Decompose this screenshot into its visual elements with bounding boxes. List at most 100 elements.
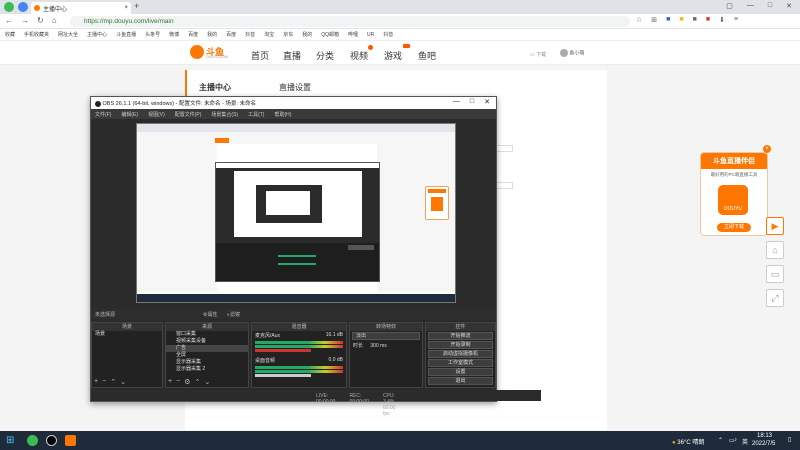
bookmark-item[interactable]: 头条号 [145,31,160,38]
minimize-icon[interactable]: — [747,2,754,10]
source-item[interactable]: 显示器采集 2 [166,366,248,373]
promo-download-button[interactable]: 立即下载 [717,223,751,232]
ime-indicator[interactable]: 英 [742,437,748,446]
menu-view[interactable]: 视图(V) [148,111,165,118]
bookmark-item[interactable]: 我的 [302,31,312,38]
bookmark-item[interactable]: 主播中心 [87,31,107,38]
menu-profile[interactable]: 配置文件(P) [175,111,202,118]
add-icon[interactable]: + [168,378,172,386]
bookmark-item[interactable]: 百度 [188,31,198,38]
maximize-icon[interactable]: □ [768,2,772,10]
user-menu[interactable]: 鱼小萌 [560,49,584,57]
menu-scene-collection[interactable]: 场景集合(S) [211,111,238,118]
clock-date[interactable]: 2022/7/5 [752,441,775,447]
menu-edit[interactable]: 编辑(E) [121,111,138,118]
clock-time[interactable]: 18:13 [757,433,772,439]
downloads-icon[interactable]: ⬇ [719,16,725,24]
nav-live[interactable]: 直播 [283,49,301,62]
minimize-icon[interactable]: — [453,98,460,106]
bookmark-item[interactable]: 微博 [169,31,179,38]
nav-category[interactable]: 分类 [316,49,334,62]
menu-tools[interactable]: 工具(T) [248,111,264,118]
close-window-icon[interactable]: ✕ [786,2,792,10]
bookmark-item[interactable]: QQ邮箱 [321,31,339,38]
tab-close-icon[interactable]: × [124,5,128,11]
new-tab-button[interactable]: + [134,1,139,11]
bookmark-item[interactable]: 京东 [283,31,293,38]
notification-icon[interactable]: ▯ [788,436,791,443]
up-icon[interactable]: ⌃ [110,378,116,386]
down-icon[interactable]: ⌄ [204,378,210,386]
douyu-logo[interactable]: 斗鱼 DOUYU.COM [190,45,234,61]
virtual-camera-button[interactable]: 启动虚拟摄像机 [428,350,493,358]
bookmark-item[interactable]: 手机收藏夹 [24,31,49,38]
volume-slider[interactable] [255,349,312,352]
home-icon[interactable]: ⌂ [52,16,57,25]
close-icon[interactable]: ✕ [484,98,490,106]
reload-icon[interactable]: ↻ [37,16,44,25]
start-streaming-button[interactable]: 开始推流 [428,332,493,340]
obs-preview[interactable] [136,123,456,303]
browser-logo-icon[interactable] [4,2,14,12]
weather-widget[interactable]: ● 36°C 晴朗 [672,437,704,446]
restore-icon[interactable]: ▢ [726,2,733,10]
bookmark-item[interactable]: 百度 [226,31,236,38]
nav-home[interactable]: 首页 [251,49,269,62]
extension-icon[interactable]: ■ [693,16,697,24]
remove-icon[interactable]: − [176,378,180,386]
bookmark-item[interactable]: 抖音 [245,31,255,38]
source-item[interactable]: 视频采集设备 [166,338,248,345]
extensions-icon[interactable]: ⊞ [651,16,657,24]
promo-close-icon[interactable]: × [763,145,771,153]
bookmark-star-icon[interactable]: ☆ [636,16,642,24]
studio-mode-button[interactable]: 工作室模式 [428,359,493,367]
start-recording-button[interactable]: 开始录制 [428,341,493,349]
nav-games[interactable]: 游戏 [384,49,402,62]
browser-taskbar-icon[interactable] [27,435,38,446]
home-icon[interactable]: ⌂ [766,241,784,259]
exit-button[interactable]: 退出 [428,377,493,385]
volume-slider[interactable] [255,374,312,377]
livestream-app-taskbar-icon[interactable] [65,435,76,446]
live-icon[interactable]: ▭ [766,265,784,283]
profile-icon[interactable] [18,2,28,12]
remove-icon[interactable]: − [102,378,106,386]
bookmark-item[interactable]: UR [367,32,374,38]
url-input[interactable]: https://mp.douyu.com/live/main [70,16,630,27]
download-link[interactable]: ▭ 下载 [530,51,546,58]
source-item[interactable]: 全屏 [166,352,248,359]
source-item[interactable]: 显示器采集 [166,359,248,366]
settings-input[interactable] [495,145,513,152]
maximize-icon[interactable]: □ [470,98,474,106]
nav-video[interactable]: 视频 [350,49,368,62]
volume-icon[interactable]: ♪ [734,437,737,443]
extension-icon[interactable]: ■ [666,16,670,24]
tray-expand-icon[interactable]: ⌃ [718,437,723,444]
bookmark-item[interactable]: 淘宝 [264,31,274,38]
play-icon[interactable]: ▶ [766,217,784,235]
bookmark-item[interactable]: 抖音 [383,31,393,38]
extension-icon[interactable]: ■ [679,16,683,24]
duration-input[interactable]: 300 ms [370,343,386,349]
nav-yuba[interactable]: 鱼吧 [418,49,436,62]
share-icon[interactable]: ⤢ [766,289,784,307]
scene-item[interactable]: 场景 [92,331,162,338]
settings-button[interactable]: 设置 [428,368,493,376]
settings-input[interactable] [495,182,513,189]
menu-help[interactable]: 帮助(H) [274,111,291,118]
bookmark-item[interactable]: 斗鱼直播 [116,31,136,38]
bookmark-item[interactable]: 哔哩 [348,31,358,38]
filters-button[interactable]: ◐滤镜 [227,311,240,318]
menu-file[interactable]: 文件(F) [95,111,111,118]
source-item[interactable]: 窗口采集 [166,331,248,338]
extension-icon[interactable]: ■ [706,16,710,24]
obs-taskbar-icon[interactable] [46,435,57,446]
back-icon[interactable]: ← [5,16,13,25]
bookmark-item[interactable]: 网址大全 [58,31,78,38]
source-item[interactable]: 广告 [166,345,248,352]
add-icon[interactable]: + [94,378,98,386]
forward-icon[interactable]: → [21,16,29,25]
bookmark-item[interactable]: 收藏 [5,31,15,38]
properties-button[interactable]: ⚙属性 [203,311,218,318]
bookmark-item[interactable]: 我的 [207,31,217,38]
